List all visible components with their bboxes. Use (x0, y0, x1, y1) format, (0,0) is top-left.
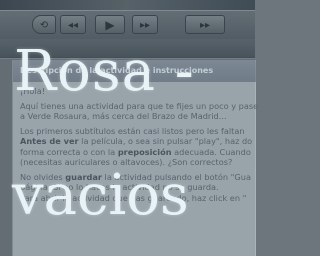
paragraph-line: adecuada. Cuando (171, 146, 251, 157)
subtitles-paragraph: Los primeros subtítulos están casi listo… (20, 126, 256, 168)
overlay-title-line2: vacios (12, 163, 189, 228)
bold-term: Antes de ver (20, 136, 79, 146)
video-frame (0, 0, 255, 10)
paragraph-line: la película, o sea sin pulsar "play", ha… (78, 136, 253, 146)
overlay-title-line1: Rosa - (14, 39, 195, 104)
player-controls: ⟲ ◂◂ ▶ ▸▸ ▸▸ (0, 10, 255, 40)
intro-line: a Verde Rosaura, más cerca del Brazo de … (20, 111, 227, 121)
rewind-icon[interactable]: ◂◂ (60, 15, 86, 34)
fast-forward-icon[interactable]: ▸▸ (132, 15, 158, 34)
paragraph-line: Los primeros subtítulos están casi listo… (20, 125, 245, 136)
paragraph-line: forma correcta o con la (20, 146, 118, 157)
bold-term: preposición (117, 146, 172, 157)
next-icon[interactable]: ▸▸ (185, 15, 225, 34)
replay-icon[interactable]: ⟲ (32, 15, 56, 34)
play-icon[interactable]: ▶ (95, 15, 125, 34)
